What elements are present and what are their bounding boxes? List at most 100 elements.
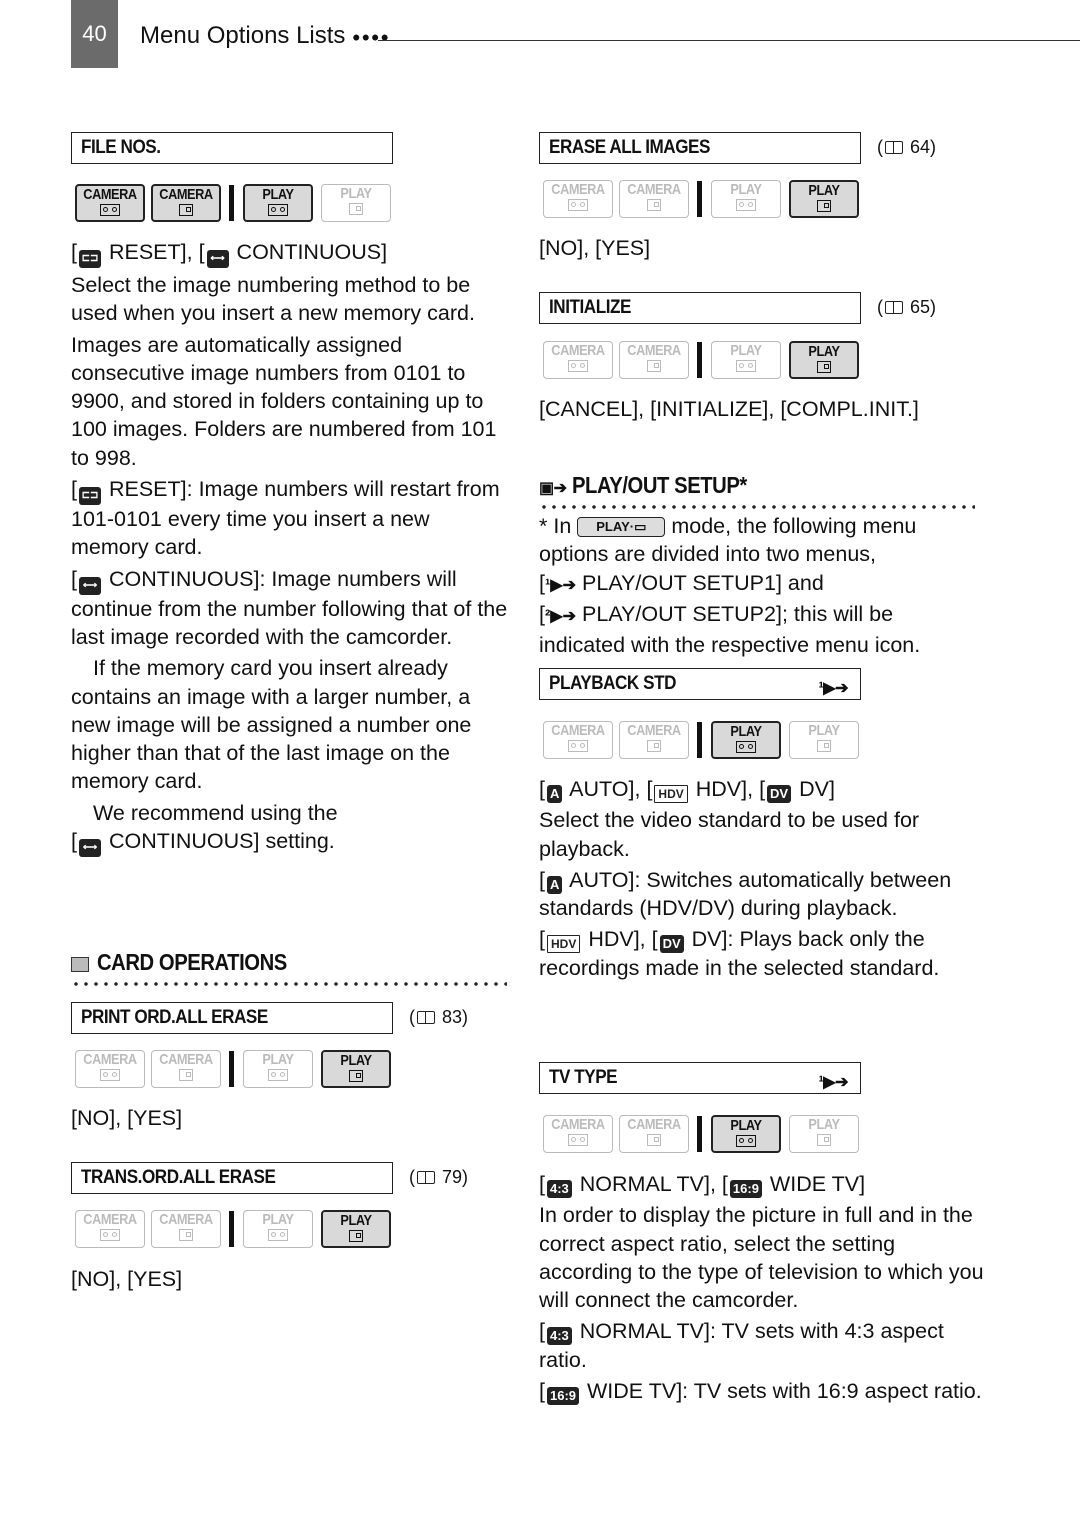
initialize-options: [CANCEL], [INITIALIZE], [COMPL.INIT.] <box>539 397 919 421</box>
mode-label: PLAY <box>262 1051 294 1068</box>
mode-label: CAMERA <box>551 181 605 198</box>
initialize-title: INITIALIZE <box>539 292 861 324</box>
mode-label: CAMERA <box>627 1116 681 1133</box>
page-ref-number: 65 <box>910 297 931 317</box>
wide-tv-description: [16:9 WIDE TV]: TV sets with 16:9 aspect… <box>539 1379 982 1406</box>
initialize-modes: CAMERA CAMERA PLAY PLAY <box>539 341 869 381</box>
wide-tv-icon: 16:9 <box>729 1180 762 1198</box>
mode-play-tape: PLAY <box>711 721 781 759</box>
auto-icon: A <box>546 875 563 894</box>
tape-icon <box>568 199 588 211</box>
playout-heading: ▣➔ PLAY/OUT SETUP* <box>539 472 771 499</box>
playback-std-title: PLAYBACK STD ¹▶➔ <box>539 668 861 700</box>
file-nos-body: [⊏⊐ RESET], [⟷ CONTINUOUS] Select the im… <box>71 238 511 860</box>
mode-camera-tape: CAMERA <box>543 1115 613 1153</box>
tv-type-desc: In order to display the picture in full … <box>539 1203 984 1313</box>
mode-label: PLAY <box>808 343 840 360</box>
card-icon <box>647 740 661 752</box>
playout-menu1: [¹▶➔ PLAY/OUT SETUP1] and <box>539 569 984 600</box>
option-continuous: CONTINUOUS <box>236 240 382 264</box>
mode-play-tape: PLAY <box>243 1210 313 1248</box>
reset-icon: ⊏⊐ <box>78 250 101 268</box>
tape-icon <box>268 1229 288 1241</box>
mode-label: PLAY <box>808 1116 840 1133</box>
print-ord-options: [NO], [YES] <box>71 1106 183 1130</box>
mode-label: CAMERA <box>551 1116 605 1133</box>
file-nos-title-text: FILE NOS. <box>81 137 161 158</box>
note-recommend-text: CONTINUOUS] setting. <box>108 829 335 854</box>
mode-play-tape: PLAY <box>711 180 781 218</box>
mode-camera-tape: CAMERA <box>543 721 613 759</box>
page-ref: ( 79) <box>409 1167 469 1187</box>
tape-icon <box>100 1069 120 1081</box>
paragraph: Images are automatically assigned consec… <box>71 332 497 470</box>
mode-label: PLAY <box>730 723 762 740</box>
tv-type-title: TV TYPE ¹▶➔ <box>539 1062 861 1094</box>
tape-icon <box>568 360 588 372</box>
mode-play-card: PLAY <box>789 180 859 218</box>
card-icon <box>817 740 831 752</box>
book-icon <box>885 141 903 154</box>
mode-play-card: PLAY <box>789 721 859 759</box>
mode-camera-tape: CAMERA <box>543 180 613 218</box>
mode-label: CAMERA <box>159 1051 213 1068</box>
card-icon <box>817 200 831 212</box>
option-auto: AUTO], <box>569 777 641 801</box>
trans-ord-modes: CAMERA CAMERA PLAY PLAY <box>71 1210 401 1250</box>
mode-play-tape: PLAY <box>243 1050 313 1088</box>
mode-play-tape: PLAY <box>243 184 313 222</box>
playback-std-body: [A AUTO], [HDV HDV], [DV DV] Select the … <box>539 775 984 985</box>
playout-note: * In PLAY·▭ mode, the following menu opt… <box>539 512 984 659</box>
mode-camera-card: CAMERA <box>619 721 689 759</box>
page-number: 40 <box>71 0 118 68</box>
mode-label: PLAY <box>808 182 840 199</box>
mode-label: CAMERA <box>627 342 681 359</box>
page-ref: ( 65) <box>877 297 937 317</box>
erase-all-modes: CAMERA CAMERA PLAY PLAY <box>539 180 869 220</box>
mode-separator <box>697 181 702 217</box>
play-tape-mode-icon: PLAY·▭ <box>577 517 666 537</box>
auto-description: [A AUTO]: Switches automatically between… <box>539 867 952 921</box>
tape-icon <box>736 199 756 211</box>
file-nos-options: [⊏⊐ RESET], [⟷ CONTINUOUS] <box>71 238 511 268</box>
hdv-icon: HDV <box>546 935 581 954</box>
trans-ord-options: [NO], [YES] <box>71 1267 183 1291</box>
menu2-text: PLAY/OUT SETUP2]; this will be indicated… <box>539 601 921 658</box>
erase-all-title: ERASE ALL IMAGES <box>539 132 861 164</box>
mode-separator <box>229 1211 234 1247</box>
tape-icon <box>736 360 756 372</box>
mode-camera-card: CAMERA <box>619 1115 689 1153</box>
mode-camera-card: CAMERA <box>151 184 221 222</box>
tape-icon <box>736 741 756 753</box>
hdv-icon: HDV <box>654 785 688 803</box>
note-recommend-setting: [⟷ CONTINUOUS] setting. <box>71 827 511 858</box>
wide-tv-icon: 16:9 <box>546 1387 580 1406</box>
print-ord-title: PRINT ORD.ALL ERASE <box>71 1002 393 1034</box>
card-icon <box>349 1070 363 1082</box>
normal-tv-icon: 4:3 <box>546 1327 572 1346</box>
book-icon <box>417 1171 435 1184</box>
option-wide-tv: WIDE TV] <box>769 1172 866 1196</box>
tv-type-title-text: TV TYPE <box>549 1067 618 1088</box>
card-operations-heading: CARD OPERATIONS <box>71 949 313 976</box>
normal-tv-icon: 4:3 <box>546 1180 572 1198</box>
card-icon <box>647 199 661 211</box>
page-ref: ( 83) <box>409 1007 469 1027</box>
mode-label: CAMERA <box>159 1211 213 1228</box>
initialize-title-text: INITIALIZE <box>549 297 631 318</box>
card-operations-icon <box>71 957 89 972</box>
option-hdv: HDV], <box>695 777 754 801</box>
mode-separator <box>229 185 234 221</box>
playback-std-desc: Select the video standard to be used for… <box>539 808 920 861</box>
note-larger-number: If the memory card you insert already co… <box>71 656 472 794</box>
playout-setup1-icon: ¹▶➔ <box>818 1074 848 1091</box>
wide-desc-text: WIDE TV]: TV sets with 16:9 aspect ratio… <box>587 1379 982 1404</box>
auto-icon: A <box>546 785 563 803</box>
playout-menu2: [²▶➔ PLAY/OUT SETUP2]; this will be indi… <box>539 601 921 658</box>
mode-label: PLAY <box>340 1212 372 1229</box>
mode-play-card: PLAY <box>321 1210 391 1248</box>
mode-play-tape: PLAY <box>711 1115 781 1153</box>
mode-separator <box>697 1116 702 1152</box>
mode-play-tape: PLAY <box>711 341 781 379</box>
note-prefix: * In <box>539 514 572 538</box>
